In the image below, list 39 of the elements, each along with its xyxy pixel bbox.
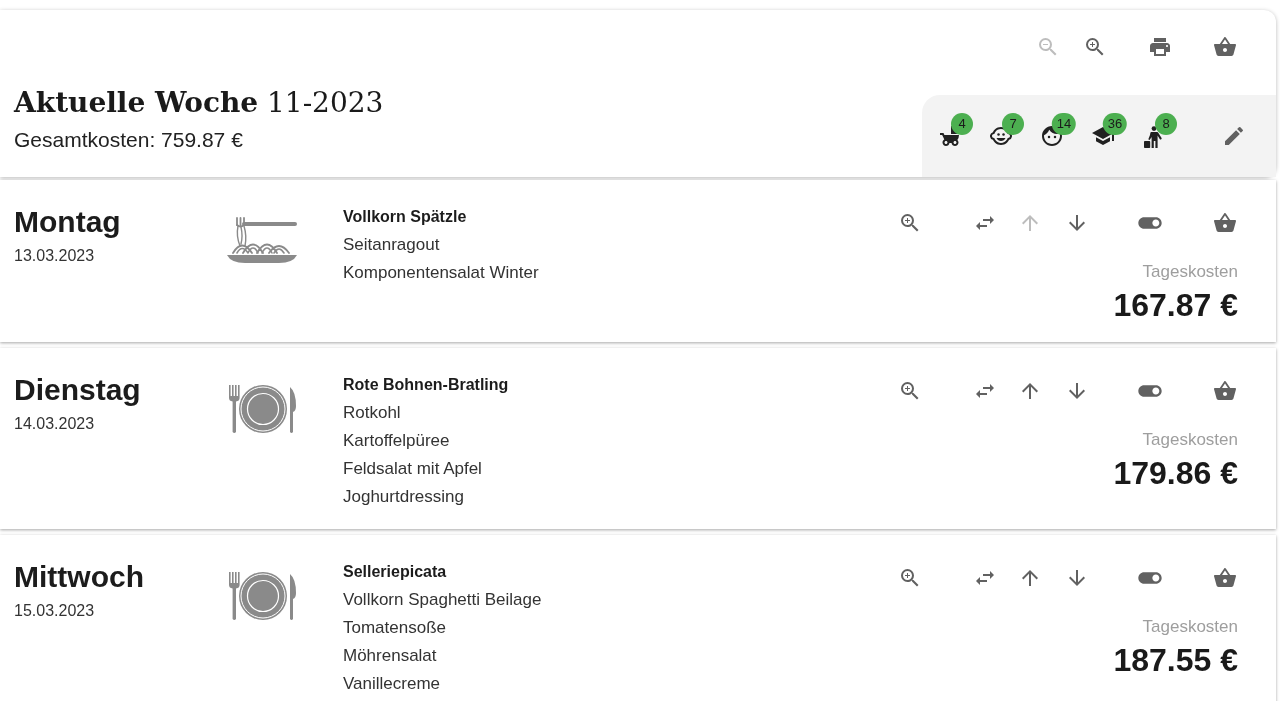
side-dish: Tomatensoße [343, 617, 447, 639]
side-dish: Seitanragout [343, 234, 441, 256]
basket-icon [1213, 566, 1237, 590]
day-date: 14.03.2023 [14, 414, 96, 434]
printer-icon [1148, 35, 1172, 59]
side-dish: Feldsalat mit Apfel [343, 458, 483, 480]
side-dish: Rotkohl [343, 402, 402, 424]
main-dish: Selleriepicata [343, 562, 448, 582]
side-dish: Kartoffelpüree [343, 430, 451, 452]
cost-label: Tageskosten [1142, 616, 1238, 638]
main-dish: Vollkorn Spätzle [343, 207, 468, 227]
cost-label: Tageskosten [1142, 429, 1238, 451]
day-cost: 187.55 € [1113, 641, 1238, 679]
week-title: Aktuelle Woche 11-2023 [14, 86, 384, 120]
pencil-icon [1222, 124, 1246, 148]
day-date: 15.03.2023 [14, 601, 96, 621]
day-name: Montag [14, 204, 122, 240]
side-dish: Vollkorn Spaghetti Beilage [343, 589, 543, 611]
count-badge: 14 [1051, 113, 1077, 135]
count-badge: 36 [1102, 113, 1128, 135]
main-dish: Rote Bohnen-Bratling [343, 375, 510, 395]
basket-icon [1213, 35, 1237, 59]
total-cost: Gesamtkosten: 759.87 € [14, 127, 244, 153]
standing-figure-icon [1144, 126, 1162, 148]
count-badge: 7 [1002, 113, 1024, 135]
day-name: Mittwoch [14, 559, 145, 595]
day-name: Dienstag [14, 372, 142, 408]
day-cost: 179.86 € [1113, 454, 1238, 492]
cost-label: Tageskosten [1142, 261, 1238, 283]
basket-icon [1213, 211, 1237, 235]
side-dish: Komponentensalat Winter [343, 262, 540, 284]
side-dish: Joghurtdressing [343, 486, 465, 508]
basket-icon [1213, 379, 1237, 403]
count-badge: 8 [1155, 113, 1177, 135]
day-cost: 167.87 € [1113, 286, 1238, 324]
side-dish: Vanillecreme [343, 673, 441, 695]
day-date: 13.03.2023 [14, 246, 96, 266]
side-dish: Möhrensalat [343, 645, 438, 667]
count-badge: 4 [951, 113, 973, 135]
